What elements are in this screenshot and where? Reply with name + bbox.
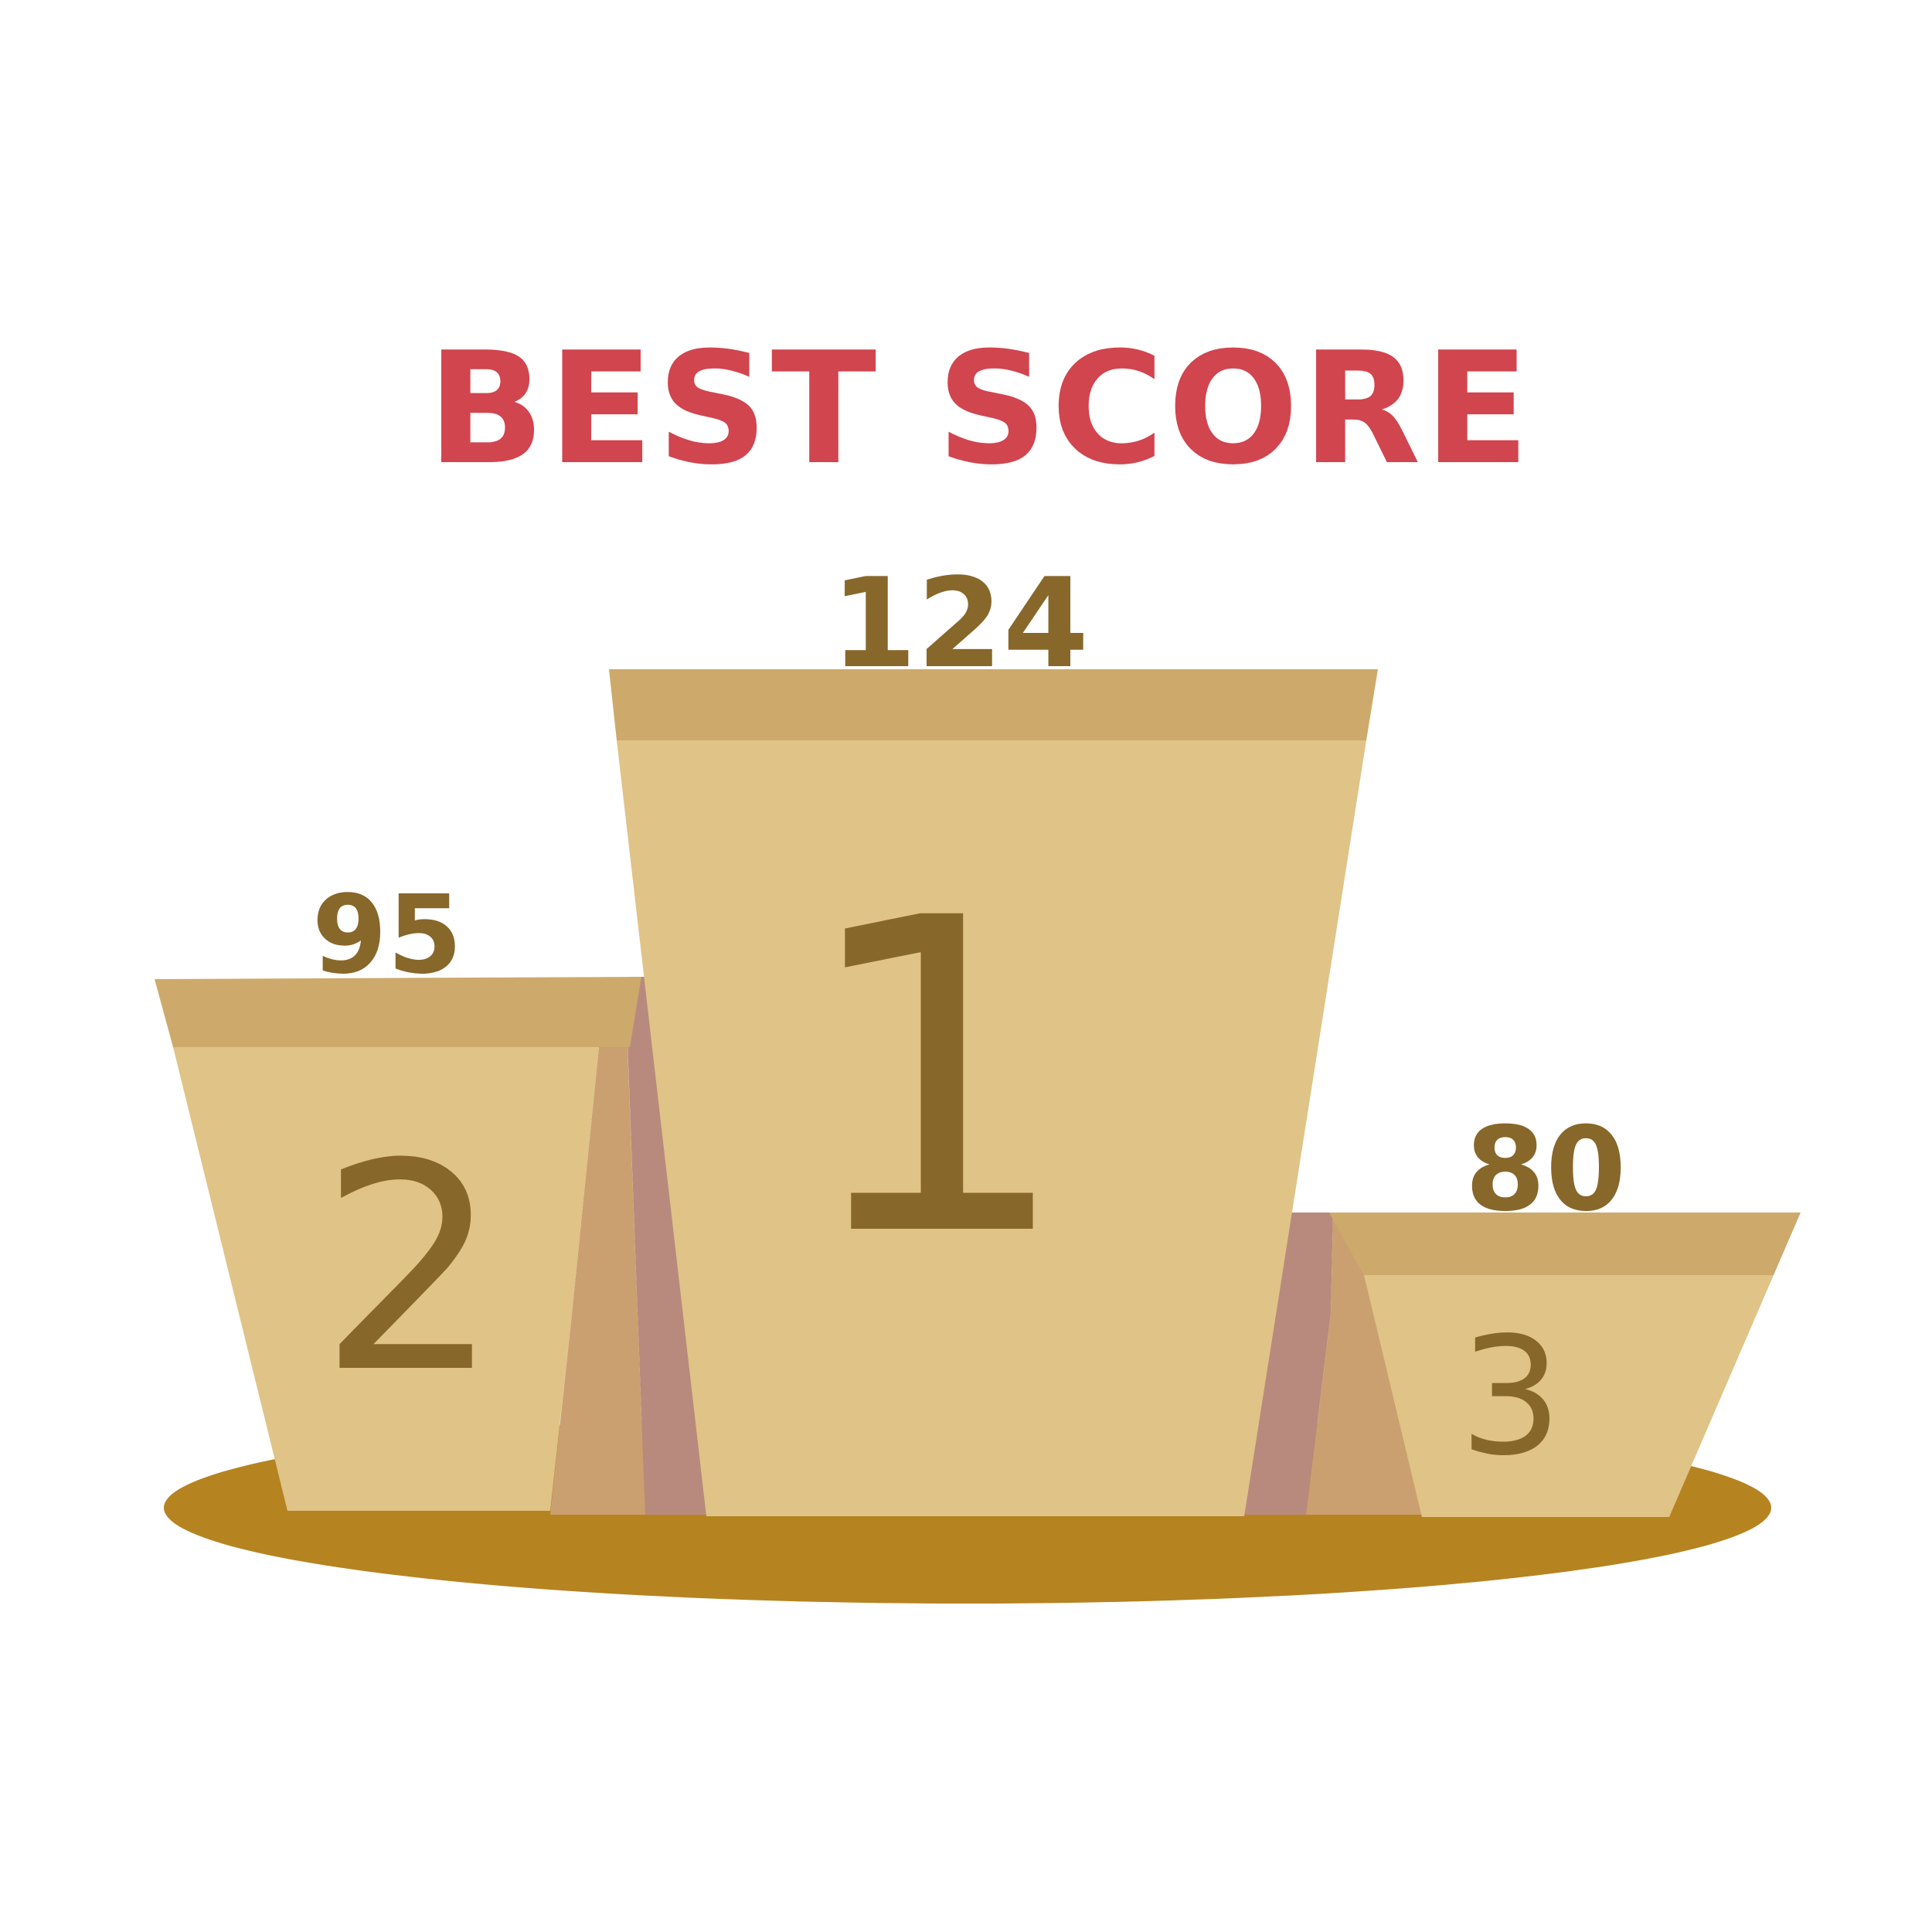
- podium-third-score: 80: [1465, 1103, 1627, 1237]
- podium-second-rank: 2: [318, 1104, 500, 1436]
- podium-third-rank: 3: [1459, 1302, 1563, 1492]
- podium-second-score: 95: [312, 872, 463, 998]
- podium-third: 3 80: [1244, 1103, 1801, 1517]
- podium-first-score: 124: [831, 551, 1089, 696]
- podium-first: 1 124: [609, 551, 1378, 1516]
- podium-second: 2 95: [155, 872, 707, 1515]
- best-score-scene: 2 95 3 80 1 124 BEST SCORE: [155, 319, 1801, 1604]
- podium-first-rank: 1: [798, 828, 1073, 1332]
- page-title: BEST SCORE: [427, 319, 1533, 499]
